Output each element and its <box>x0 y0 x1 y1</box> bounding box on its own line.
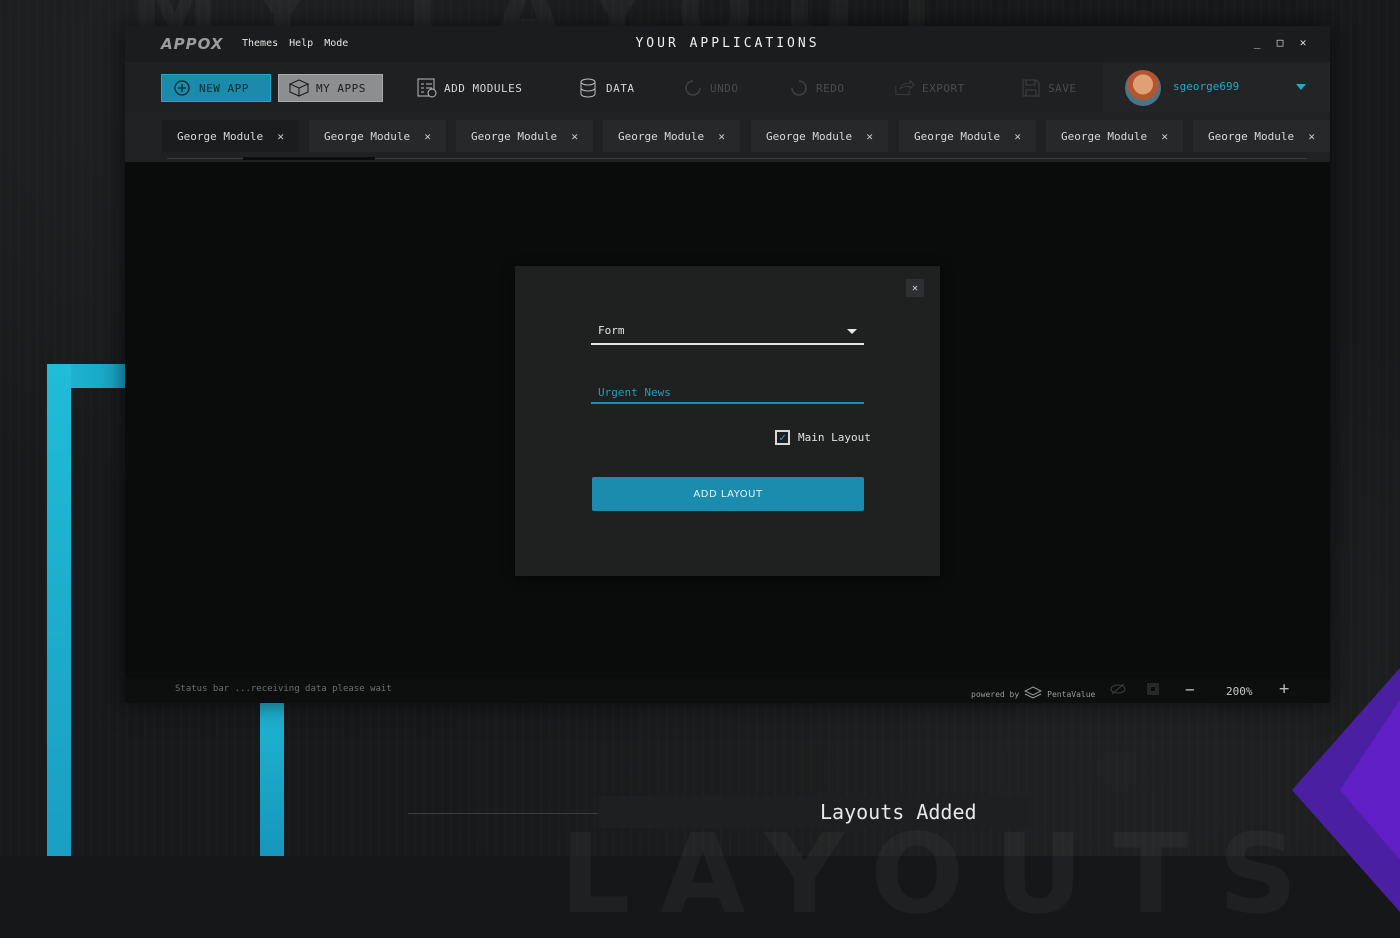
tab-module[interactable]: George Module ✕ <box>162 120 299 152</box>
tab-module[interactable]: George Module ✕ <box>899 120 1036 152</box>
my-apps-label: MY APPS <box>316 81 366 95</box>
add-modules-button[interactable]: ADD MODULES <box>417 74 522 102</box>
status-bar: Status bar ...receiving data please wait… <box>125 678 1330 703</box>
modules-icon <box>417 78 437 98</box>
my-apps-button[interactable]: MY APPS <box>278 74 383 102</box>
tab-label: George Module <box>618 129 705 143</box>
export-label: EXPORT <box>922 81 965 95</box>
background-big-text-bottom: LAYOUTS <box>560 810 1328 938</box>
close-button[interactable]: ✕ <box>1298 36 1308 49</box>
tab-label: George Module <box>766 129 853 143</box>
redo-label: REDO <box>816 81 845 95</box>
close-icon[interactable]: ✕ <box>277 130 284 143</box>
tab-label: George Module <box>1061 129 1148 143</box>
save-label: SAVE <box>1048 81 1077 95</box>
chevron-down-icon <box>847 329 857 334</box>
close-icon[interactable]: ✕ <box>571 130 578 143</box>
avatar <box>1125 70 1161 106</box>
layout-type-value: Form <box>598 324 625 337</box>
toolbar: NEW APP MY APPS ADD MODULES DATA UNDO RE… <box>125 62 1330 112</box>
tab-label: George Module <box>1208 129 1295 143</box>
tab-module[interactable]: George Module ✕ <box>751 120 888 152</box>
decor-purple-shape <box>1340 700 1400 860</box>
close-icon[interactable]: ✕ <box>866 130 873 143</box>
module-tabs: George Module ✕ George Module ✕ George M… <box>125 112 1330 162</box>
brand-name: PentaValue <box>1047 689 1096 699</box>
redo-button[interactable]: REDO <box>789 74 845 102</box>
tab-label: George Module <box>324 129 411 143</box>
tab-module[interactable]: George Module ✕ <box>456 120 593 152</box>
user-menu[interactable]: sgeorge699 <box>1103 62 1330 112</box>
data-label: DATA <box>606 81 635 95</box>
frame-icon[interactable] <box>1147 683 1159 698</box>
data-button[interactable]: DATA <box>579 74 635 102</box>
tab-module[interactable]: George Module ✕ <box>309 120 446 152</box>
powered-by-label: powered by <box>971 689 1020 699</box>
tab-label: George Module <box>177 129 264 143</box>
close-icon[interactable]: ✕ <box>424 130 431 143</box>
close-icon[interactable]: ✕ <box>1308 130 1315 143</box>
undo-button[interactable]: UNDO <box>683 74 739 102</box>
pentavalue-logo-icon <box>1024 686 1043 702</box>
database-icon <box>579 78 599 98</box>
tab-scroll-indicator[interactable] <box>243 157 375 160</box>
username: sgeorge699 <box>1173 80 1240 93</box>
tab-module[interactable]: George Module ✕ <box>1193 120 1330 152</box>
main-layout-label: Main Layout <box>798 431 871 444</box>
title-bar: APPOX Themes Help Mode YOUR APPLICATIONS… <box>125 26 1330 62</box>
add-modules-label: ADD MODULES <box>444 81 523 95</box>
eye-off-icon[interactable] <box>1110 683 1126 698</box>
export-icon <box>895 78 915 98</box>
zoom-out-button[interactable]: − <box>1185 680 1195 699</box>
new-app-button[interactable]: NEW APP <box>161 74 271 102</box>
chevron-down-icon[interactable] <box>1296 84 1306 90</box>
close-icon[interactable]: ✕ <box>1014 130 1021 143</box>
plus-circle-icon <box>172 78 192 98</box>
zoom-level: 200% <box>1226 685 1253 698</box>
main-layout-checkbox[interactable]: ✓ <box>775 430 790 445</box>
decor-cyan-bar <box>260 703 284 856</box>
tab-label: George Module <box>914 129 1001 143</box>
close-icon[interactable]: ✕ <box>1161 130 1168 143</box>
undo-label: UNDO <box>710 81 739 95</box>
maximize-button[interactable]: □ <box>1275 36 1285 49</box>
tab-module[interactable]: George Module ✕ <box>603 120 740 152</box>
powered-by: powered by PentaValue <box>971 686 1095 702</box>
layout-type-select[interactable]: Form <box>591 319 864 345</box>
new-app-label: NEW APP <box>199 81 249 95</box>
layout-name-input[interactable] <box>591 383 864 404</box>
minimize-button[interactable]: _ <box>1252 36 1262 49</box>
status-text: Status bar ...receiving data please wait <box>175 684 392 694</box>
tab-label: George Module <box>471 129 558 143</box>
caption-line <box>408 813 598 814</box>
main-layout-option: ✓ Main Layout <box>775 430 871 445</box>
window-controls: _ □ ✕ <box>1252 36 1308 49</box>
add-layout-button[interactable]: ADD LAYOUT <box>592 477 864 511</box>
undo-icon <box>683 78 703 98</box>
window-title: YOUR APPLICATIONS <box>635 36 820 51</box>
add-layout-dialog: ✕ Form ✓ Main Layout ADD LAYOUT <box>515 266 940 576</box>
caption-layouts-added: Layouts Added <box>820 800 977 824</box>
close-icon[interactable]: ✕ <box>718 130 725 143</box>
zoom-in-button[interactable]: + <box>1279 679 1289 699</box>
decor-cyan-bar <box>47 364 71 856</box>
save-icon <box>1021 78 1041 98</box>
close-icon[interactable]: ✕ <box>906 279 924 297</box>
save-button[interactable]: SAVE <box>1021 74 1077 102</box>
redo-icon <box>789 78 809 98</box>
export-button[interactable]: EXPORT <box>895 74 965 102</box>
box-icon <box>289 78 309 98</box>
tab-module[interactable]: George Module ✕ <box>1046 120 1183 152</box>
